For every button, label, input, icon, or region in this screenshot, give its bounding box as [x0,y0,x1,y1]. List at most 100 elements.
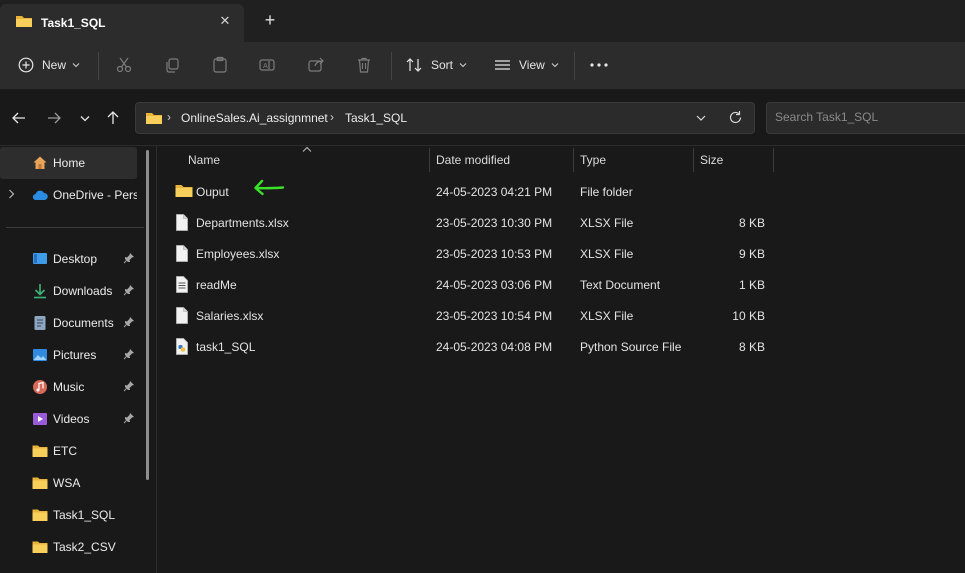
pictures-icon [33,349,47,361]
file-size: 8 KB [738,340,765,354]
view-button[interactable]: View [494,42,559,88]
cut-button[interactable] [115,42,133,88]
close-icon[interactable]: ✕ [217,13,233,29]
file-row-employees[interactable]: Employees.xlsx 23-05-2023 10:53 PM XLSX … [165,238,775,269]
toolbar-divider [98,52,99,80]
rename-icon: A [259,59,275,71]
sidebar-item-documents[interactable]: Documents [0,307,137,339]
file-name: Departments.xlsx [196,216,289,230]
column-header-type[interactable]: Type [580,153,606,167]
file-name: Salaries.xlsx [196,309,264,323]
file-name: Employees.xlsx [196,247,280,261]
sidebar-item-label: OneDrive - Perso [53,188,137,202]
breadcrumb-task1-sql[interactable]: Task1_SQL [345,111,407,125]
file-type: XLSX File [580,309,634,323]
chevron-down-icon [72,63,80,68]
sidebar-item-music[interactable]: Music [0,371,137,403]
column-divider[interactable] [773,148,774,172]
more-options-button[interactable] [590,42,608,88]
pin-icon [123,413,134,424]
search-input[interactable] [775,110,955,124]
rename-button[interactable]: A [258,42,276,88]
breadcrumb-separator-icon: › [330,110,334,124]
folder-icon [145,111,163,129]
sidebar-item-pictures[interactable]: Pictures [0,339,137,371]
forward-button[interactable] [45,109,63,127]
delete-button[interactable] [355,42,373,88]
tab-title: Task1_SQL [41,16,106,30]
file-type: Text Document [580,278,661,292]
pin-icon [123,253,134,264]
column-header-date[interactable]: Date modified [436,153,510,167]
arrow-up-icon [107,111,119,124]
sidebar-item-downloads[interactable]: Downloads [0,275,137,307]
sidebar-item-desktop[interactable]: Desktop [0,243,137,275]
copy-icon [166,58,179,73]
new-button[interactable]: New [18,42,80,88]
file-type: XLSX File [580,247,634,261]
documents-icon [34,316,46,330]
breadcrumb-onlinesales[interactable]: OnlineSales.Ai_assignmnet [181,111,328,125]
file-date: 23-05-2023 10:53 PM [436,247,553,261]
address-history-button[interactable] [696,111,706,128]
navigation-pane: Home OneDrive - Perso Desktop Downloads … [0,146,156,573]
recent-locations-button[interactable] [76,109,94,127]
folder-icon [32,445,48,457]
column-header-row: Name Date modified Type Size [157,146,965,174]
file-date: 24-05-2023 04:08 PM [436,340,553,354]
column-header-name[interactable]: Name [188,153,220,167]
back-button[interactable] [10,109,28,127]
folder-icon [15,13,33,32]
arrow-right-icon [48,112,61,124]
home-icon [33,156,47,169]
desktop-icon [33,253,47,264]
file-row-salaries[interactable]: Salaries.xlsx 23-05-2023 10:54 PM XLSX F… [165,300,775,331]
file-icon [176,214,188,231]
address-bar[interactable]: › OnlineSales.Ai_assignmnet › Task1_SQL [135,102,755,134]
download-icon [34,284,46,299]
plus-circle-icon [18,57,34,73]
text-file-icon [176,276,188,293]
sidebar-divider [6,227,144,228]
annotation-arrow-icon [254,179,285,196]
sidebar-item-label: Task2_CSV [53,540,116,554]
sidebar-item-task2-csv[interactable]: Task2_CSV [0,531,137,563]
column-divider[interactable] [573,148,574,172]
sidebar-item-etc[interactable]: ETC [0,435,137,467]
pin-icon [123,349,134,360]
column-divider[interactable] [429,148,430,172]
refresh-button[interactable] [728,110,743,128]
tab-task1-sql[interactable]: Task1_SQL ✕ [0,4,244,42]
sort-label: Sort [431,58,454,72]
sidebar-item-home[interactable]: Home [0,147,137,179]
file-row-departments[interactable]: Departments.xlsx 23-05-2023 10:30 PM XLS… [165,207,775,238]
file-row-task1-sql[interactable]: task1_SQL 24-05-2023 04:08 PM Python Sou… [165,331,775,362]
new-tab-button[interactable]: + [262,11,278,29]
file-date: 24-05-2023 04:21 PM [436,185,553,199]
up-button[interactable] [104,109,122,127]
chevron-right-icon[interactable] [8,189,15,199]
share-button[interactable] [307,42,325,88]
copy-button[interactable] [163,42,181,88]
view-label: View [519,58,545,72]
file-size: 10 KB [732,309,765,323]
file-row-readme[interactable]: readMe 24-05-2023 03:06 PM Text Document… [165,269,775,300]
folder-icon [32,509,48,521]
column-header-size[interactable]: Size [700,153,723,167]
sidebar-item-onedrive[interactable]: OneDrive - Perso [0,179,137,211]
sidebar-item-task1-sql[interactable]: Task1_SQL [0,499,137,531]
search-box[interactable] [766,102,965,134]
share-icon [308,57,324,72]
sidebar-item-wsa[interactable]: WSA [0,467,137,499]
file-size: 8 KB [738,216,765,230]
sidebar-scrollbar[interactable] [146,150,149,480]
sort-button[interactable]: Sort [406,42,467,88]
ellipsis-icon [590,63,608,67]
tab-strip: Task1_SQL ✕ + [0,0,965,42]
sidebar-item-videos[interactable]: Videos [0,403,137,435]
column-divider[interactable] [693,148,694,172]
paste-button[interactable] [211,42,229,88]
clipboard-icon [213,56,227,73]
music-icon [33,380,47,394]
sidebar-item-label: ETC [53,444,77,458]
